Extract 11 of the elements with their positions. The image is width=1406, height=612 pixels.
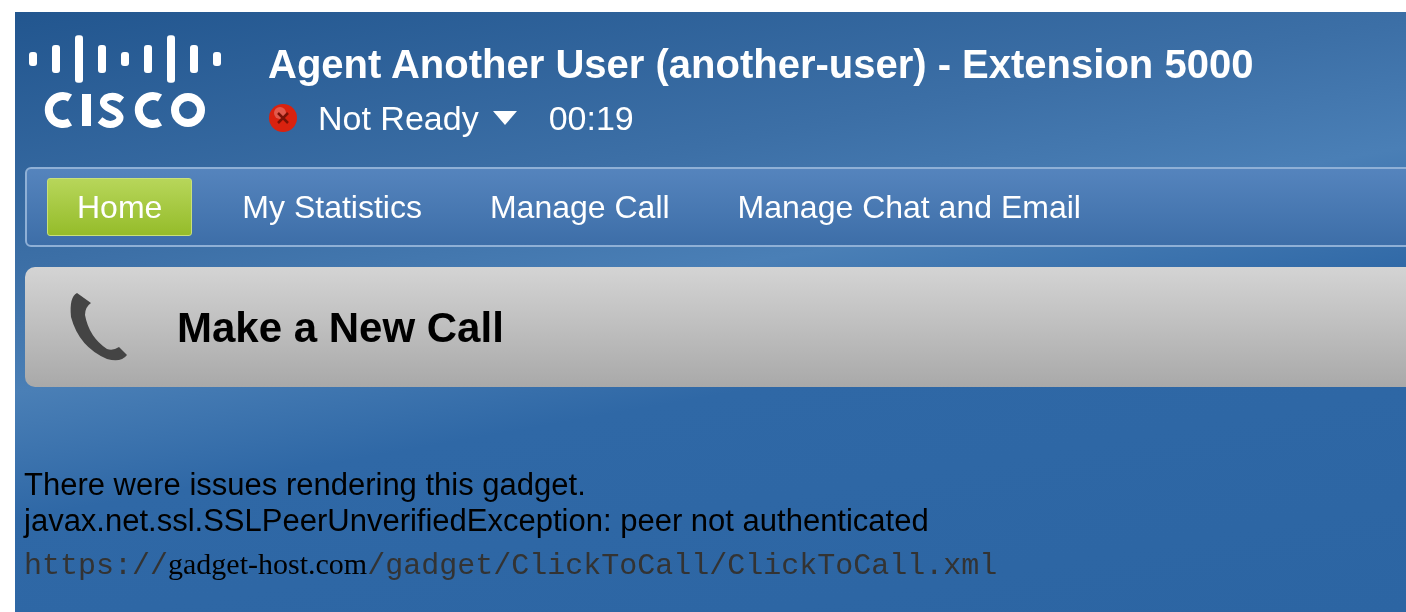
- agent-title: Agent Another User (another-user) - Extension 5000: [268, 41, 1254, 88]
- nav-tab[interactable]: My Statistics: [212, 178, 452, 236]
- nav-tab[interactable]: Manage Chat and Email: [707, 178, 1111, 236]
- status-dropdown[interactable]: Not Ready: [318, 98, 517, 138]
- status-timer: 00:19: [548, 98, 634, 138]
- error-message: javax.net.ssl.SSLPeerUnverifiedException: peer not authenticated: [24, 503, 930, 539]
- gadget-title: Make a New Call: [177, 302, 504, 353]
- gadget-url: https://gadget-host.com/gadget/ClickToCall/ClickToCall.xml: [24, 546, 999, 585]
- error-message: There were issues rendering this gadget.: [24, 467, 587, 503]
- caret-icon: [492, 111, 517, 125]
- nav-tab[interactable]: Manage Call: [459, 178, 700, 236]
